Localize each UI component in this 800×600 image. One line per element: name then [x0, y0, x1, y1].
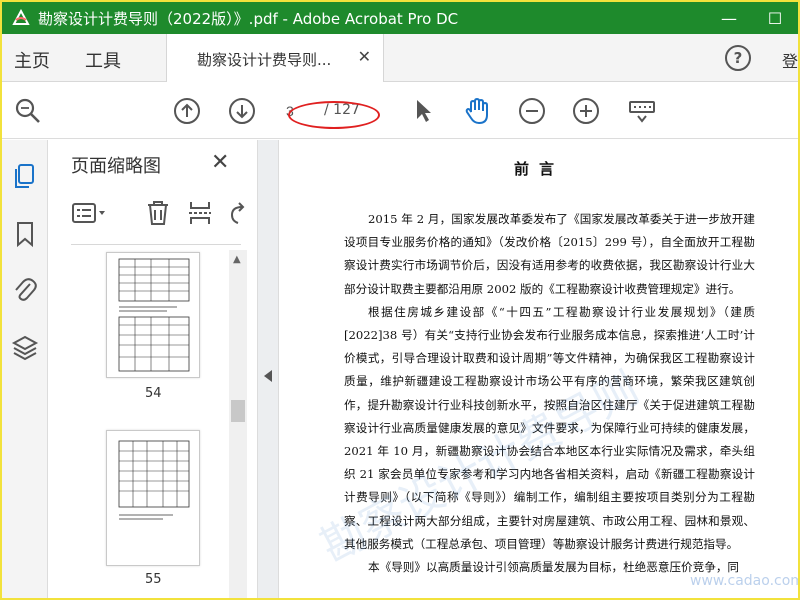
- document-body: 2015 年 2 月，国家发展改革委发布了《国家发展改革委关于进一步放开建设项目…: [344, 208, 755, 579]
- divider: [71, 244, 241, 245]
- thumbnail-page-54[interactable]: [106, 252, 200, 378]
- sign-in-link[interactable]: 登: [782, 48, 798, 72]
- tab-home[interactable]: 主页: [14, 47, 50, 73]
- page-total: / 127: [324, 102, 360, 118]
- thumbnail-label: 55: [145, 572, 162, 587]
- help-icon[interactable]: ?: [725, 45, 751, 71]
- rotate-icon[interactable]: [225, 198, 249, 228]
- thumbnail-toolbar: [71, 196, 251, 230]
- thumbnail-scrollbar[interactable]: ▲: [229, 250, 247, 598]
- search-zoom-icon[interactable]: [12, 95, 44, 127]
- attachment-icon[interactable]: [9, 274, 41, 306]
- next-page-icon[interactable]: [226, 95, 258, 127]
- prev-page-icon[interactable]: [171, 95, 203, 127]
- hand-tool-icon[interactable]: [461, 95, 493, 127]
- document-tab-label: 勘察设计计费导则...: [197, 51, 332, 69]
- collapse-panel-icon[interactable]: [264, 370, 272, 382]
- document-view[interactable]: 前言 2015 年 2 月，国家发展改革委发布了《国家发展改革委关于进一步放开建…: [280, 140, 798, 598]
- keyboard-icon[interactable]: [626, 95, 658, 127]
- minimize-button[interactable]: —: [706, 2, 752, 34]
- app-window: 勘察设计计费导则（2022版）》.pdf - Adobe Acrobat Pro…: [0, 0, 800, 600]
- maximize-button[interactable]: ☐: [752, 2, 798, 34]
- thumbnail-label: 54: [145, 386, 162, 401]
- navigation-rail: [2, 140, 48, 598]
- panel-title: 页面缩略图: [71, 156, 161, 177]
- insert-page-icon[interactable]: [185, 198, 215, 228]
- panel-splitter[interactable]: [257, 140, 279, 598]
- window-title: 勘察设计计费导则（2022版）》.pdf - Adobe Acrobat Pro…: [38, 9, 459, 28]
- scrollbar-thumb[interactable]: [231, 400, 245, 422]
- select-cursor-icon[interactable]: [407, 95, 439, 127]
- close-icon[interactable]: ✕: [358, 47, 371, 66]
- paragraph: 根据住房城乡建设部《“十四五”工程勘察设计行业发展规划》（建质[2022]38 …: [344, 304, 755, 551]
- zoom-in-icon[interactable]: [570, 95, 602, 127]
- trash-icon[interactable]: [143, 198, 173, 228]
- tab-bar: 主页 工具 勘察设计计费导则... ✕ ? 登: [2, 34, 798, 82]
- page-heading: 前言: [513, 160, 564, 178]
- chevron-up-icon[interactable]: ▲: [233, 254, 241, 265]
- thumbnail-page-55[interactable]: [106, 430, 200, 566]
- bookmark-icon[interactable]: [9, 218, 41, 250]
- options-menu-icon[interactable]: [71, 198, 107, 228]
- acrobat-logo-icon: [10, 7, 32, 29]
- title-bar: 勘察设计计费导则（2022版）》.pdf - Adobe Acrobat Pro…: [2, 2, 798, 34]
- tab-tools[interactable]: 工具: [85, 47, 121, 73]
- paragraph: 2015 年 2 月，国家发展改革委发布了《国家发展改革委关于进一步放开建设项目…: [344, 212, 755, 296]
- layers-icon[interactable]: [9, 332, 41, 364]
- thumbnails-panel: 页面缩略图 ✕ 54 55 ▲: [49, 140, 257, 598]
- zoom-out-icon[interactable]: [516, 95, 548, 127]
- page-thumbnails-icon[interactable]: [9, 160, 41, 192]
- page-number-input[interactable]: [286, 100, 322, 122]
- close-icon[interactable]: ✕: [211, 150, 229, 175]
- tab-document[interactable]: 勘察设计计费导则... ✕: [166, 34, 384, 82]
- main-toolbar: / 127: [2, 83, 798, 139]
- paragraph: 本《导则》以高质量设计引领高质量发展为目标，杜绝恶意压价竞争，同: [368, 560, 740, 575]
